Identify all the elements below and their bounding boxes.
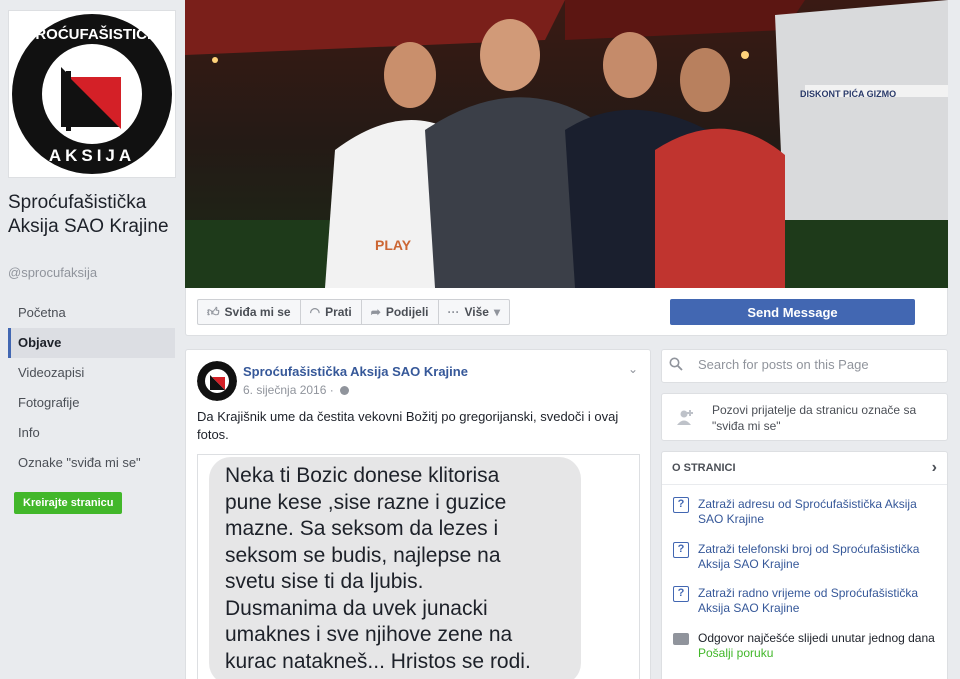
follow-button[interactable]: ◠ Prati xyxy=(299,299,361,325)
ask-address-link[interactable]: Zatraži adresu od Sproćufašistička Aksij… xyxy=(698,497,943,527)
svg-text:AKSIJA: AKSIJA xyxy=(49,146,135,165)
post-timestamp[interactable]: 6. siječnja 2016 · xyxy=(243,383,349,397)
response-time-item: Odgovor najčešće slijedi unutar jednog d… xyxy=(673,631,943,661)
nav-item-videos[interactable]: Videozapisi xyxy=(8,358,175,388)
ask-phone-item[interactable]: ? Zatraži telefonski broj od Sproćufašis… xyxy=(673,542,943,572)
rss-icon: ◠ xyxy=(309,305,321,319)
message-bubble: Neka ti Bozic donese klitorisa pune kese… xyxy=(209,457,581,679)
ask-phone-link[interactable]: Zatraži telefonski broj od Sproćufašisti… xyxy=(698,542,943,572)
question-icon: ? xyxy=(673,586,689,602)
share-button[interactable]: ➦ Podijeli xyxy=(360,299,438,325)
ask-hours-item[interactable]: ? Zatraži radno vrijeme od Sproćufašisti… xyxy=(673,586,943,616)
post-author-link[interactable]: Sproćufašistička Aksija SAO Krajine xyxy=(243,364,468,379)
ask-hours-link[interactable]: Zatraži radno vrijeme od Sproćufašističk… xyxy=(698,586,943,616)
page-profile-picture[interactable]: SPROĆUFAŠISTIČKA AKSIJA xyxy=(8,10,176,178)
thumbs-up-icon: 👍︎ xyxy=(207,304,220,319)
van-sign: DISKONT PIĆA GIZMO xyxy=(800,88,896,99)
send-message-link[interactable]: Pošalji poruku xyxy=(698,646,935,661)
post-author-avatar[interactable] xyxy=(197,361,237,401)
post-options-chevron-icon[interactable]: ⌄ xyxy=(628,362,638,376)
nav-item-info[interactable]: Info xyxy=(8,418,175,448)
search-icon xyxy=(669,357,683,371)
page-navigation: Početna Objave Videozapisi Fotografije I… xyxy=(8,298,175,478)
page-handle[interactable]: @sprocufaksija xyxy=(8,265,97,280)
like-page-button[interactable]: 👍︎ Sviđa mi se xyxy=(197,299,300,325)
post-card: Sproćufašistička Aksija SAO Krajine 6. s… xyxy=(185,349,651,679)
cover-photo[interactable]: DISKONT PIĆA GIZMO PLAY xyxy=(185,0,948,288)
nav-item-photos[interactable]: Fotografije xyxy=(8,388,175,418)
page-title[interactable]: Sproćufašistička Aksija SAO Krajine xyxy=(8,191,178,239)
about-page-card: O STRANICI › ? Zatraži adresu od Sproćuf… xyxy=(661,451,948,679)
shirt-print: PLAY xyxy=(375,237,412,253)
create-page-button[interactable]: Kreirajte stranicu xyxy=(14,492,123,514)
page-action-bar: 👍︎ Sviđa mi se ◠ Prati ➦ Podijeli ··· Više ▾ … xyxy=(185,288,948,336)
post-text: Da Krajišnik ume da čestita vekovni Boži… xyxy=(197,409,619,442)
page-search xyxy=(661,349,948,383)
nav-item-home[interactable]: Početna xyxy=(8,298,175,328)
chevron-right-icon: › xyxy=(931,459,937,476)
share-icon: ➦ xyxy=(370,305,381,319)
invite-friends-text: Pozovi prijatelje da stranicu označe sa … xyxy=(712,403,917,433)
search-posts-input[interactable] xyxy=(698,357,938,372)
dots-icon: ··· xyxy=(447,305,460,319)
send-message-button[interactable]: Send Message xyxy=(670,299,915,325)
question-icon: ? xyxy=(673,497,689,513)
question-icon: ? xyxy=(673,542,689,558)
svg-text:SPROĆUFAŠISTIČKA: SPROĆUFAŠISTIČKA xyxy=(15,25,169,43)
nav-item-likes[interactable]: Oznake "sviđa mi se" xyxy=(8,448,175,478)
chevron-down-icon: ▾ xyxy=(493,305,501,319)
about-header[interactable]: O STRANICI › xyxy=(662,452,947,485)
about-title: O STRANICI xyxy=(672,462,736,474)
nav-item-posts[interactable]: Objave xyxy=(8,328,175,358)
more-button[interactable]: ··· Više ▾ xyxy=(437,299,511,325)
invite-friends-card[interactable]: Pozovi prijatelje da stranicu označe sa … xyxy=(661,393,948,441)
post-image[interactable]: Neka ti Bozic donese klitorisa pune kese… xyxy=(197,454,640,679)
add-friend-icon xyxy=(677,410,693,425)
globe-icon xyxy=(339,385,349,395)
message-icon xyxy=(673,633,689,645)
ask-address-item[interactable]: ? Zatraži adresu od Sproćufašistička Aks… xyxy=(673,497,943,527)
response-time-text: Odgovor najčešće slijedi unutar jednog d… xyxy=(698,631,935,645)
